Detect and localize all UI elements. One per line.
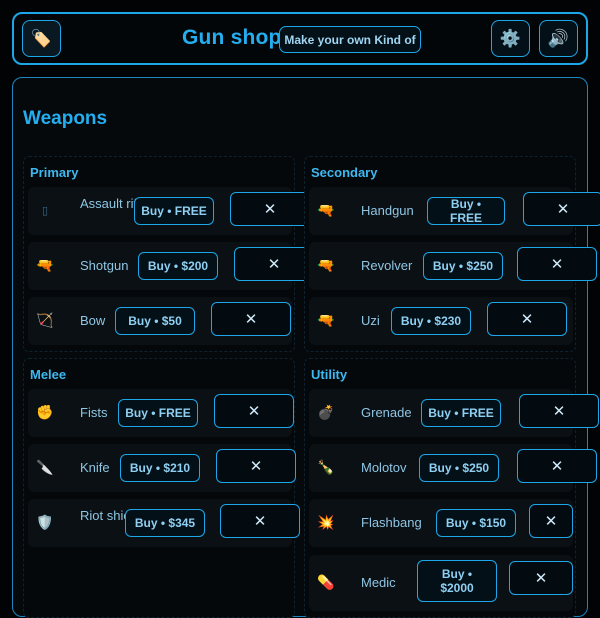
buy-button[interactable]: Buy • FREE [421,399,501,427]
close-icon: ✕ [544,513,558,530]
section-melee: Melee ✊ Fists Buy • FREE ✕ 🔪 Knife Buy •… [23,358,300,618]
close-button[interactable]: ✕ [220,504,300,538]
close-icon: ✕ [244,311,258,328]
close-icon: ✕ [550,256,564,273]
gun-icon: 🔫 [317,256,335,273]
panel-title: Weapons [23,108,108,129]
buy-button[interactable]: Buy • $50 [115,307,195,335]
close-icon: ✕ [556,201,570,218]
pill-icon: 💊 [317,573,335,590]
tag-icon: 🏷️ [30,28,53,48]
item-row-handgun: 🔫 Handgun Buy • FREE ✕ [309,187,600,235]
section-title: Melee [30,367,67,382]
item-name: Fists [80,405,108,420]
page-title: Gun shop [182,26,282,49]
close-button[interactable]: ✕ [214,394,294,428]
knife-icon: 🔪 [36,458,54,475]
item-name: Revolver [361,258,413,273]
close-button[interactable]: ✕ [517,449,597,483]
section-title: Utility [311,367,348,382]
rifle-icon: ▯ [41,204,49,217]
buy-button[interactable]: Buy • $2000 [417,560,497,602]
section-title: Secondary [311,165,378,180]
close-icon: ✕ [552,403,566,420]
make-your-own-button[interactable]: Make your own Kind of [279,26,421,53]
close-button[interactable]: ✕ [523,192,600,226]
sound-button[interactable]: 🔊 [539,20,578,57]
buy-button[interactable]: Buy • $230 [391,307,471,335]
section-utility: Utility 💣 Grenade Buy • FREE ✕ 🍾 Molotov… [304,358,599,618]
item-name: Grenade [361,405,412,420]
item-row-fists: ✊ Fists Buy • FREE ✕ [28,389,294,437]
weapons-panel: Weapons Primary ▯ Assault rifle Buy • FR… [12,77,600,618]
close-button[interactable]: ✕ [487,302,567,336]
close-button[interactable]: ✕ [234,247,314,281]
buy-button[interactable]: Buy • $345 [125,509,205,537]
tag-button[interactable]: 🏷️ [22,20,61,57]
close-icon: ✕ [249,458,263,475]
item-row-grenade: 💣 Grenade Buy • FREE ✕ [309,389,599,437]
close-button[interactable]: ✕ [216,449,296,483]
item-row-knife: 🔪 Knife Buy • $210 ✕ [28,444,296,492]
gun-icon: 🔫 [317,311,335,328]
bomb-icon: 💣 [317,403,335,420]
gun-icon: 🔫 [317,201,335,218]
close-button[interactable]: ✕ [519,394,599,428]
section-primary: Primary ▯ Assault rifle Buy • FREE ✕ 🔫 S… [23,156,314,352]
section-secondary: Secondary 🔫 Handgun Buy • FREE ✕ 🔫 Revol… [304,156,600,352]
buy-button[interactable]: Buy • FREE [118,399,198,427]
item-name: Uzi [361,313,380,328]
close-button[interactable]: ✕ [230,192,310,226]
close-button[interactable]: ✕ [211,302,291,336]
item-row-shotgun: 🔫 Shotgun Buy • $200 ✕ [28,242,314,290]
settings-button[interactable]: ⚙️ [491,20,530,57]
item-name: Flashbang [361,515,422,530]
top-bar: 🏷️ Gun shop Make your own Kind of ⚙️ 🔊 [12,12,588,65]
shield-icon: 🛡️ [36,513,54,530]
close-button[interactable]: ✕ [517,247,597,281]
buy-button[interactable]: Buy • $250 [419,454,499,482]
buy-button[interactable]: Buy • FREE [134,197,214,225]
item-row-medic: 💊 Medic Buy • $2000 ✕ [309,555,573,611]
explosion-icon: 💥 [317,513,335,530]
close-icon: ✕ [247,403,261,420]
buy-button[interactable]: Buy • FREE [427,197,505,225]
item-name: Knife [80,460,110,475]
buy-button[interactable]: Buy • $210 [120,454,200,482]
close-icon: ✕ [263,201,277,218]
buy-button[interactable]: Buy • $200 [138,252,218,280]
item-name: Shotgun [80,258,129,273]
item-name: Handgun [361,203,414,218]
close-icon: ✕ [520,311,534,328]
gear-icon: ⚙️ [499,28,522,48]
molotov-icon: 🍾 [317,458,335,475]
close-button[interactable]: ✕ [529,504,573,538]
item-row-flashbang: 💥 Flashbang Buy • $150 ✕ [309,499,573,547]
item-row-revolver: 🔫 Revolver Buy • $250 ✕ [309,242,597,290]
close-icon: ✕ [267,256,281,273]
item-row-bow: 🏹 Bow Buy • $50 ✕ [28,297,292,345]
fist-icon: ✊ [36,403,54,420]
item-name: Medic [361,575,396,590]
item-row-uzi: 🔫 Uzi Buy • $230 ✕ [309,297,573,345]
buy-button[interactable]: Buy • $150 [436,509,516,537]
item-name: Molotov [361,460,407,475]
item-row-molotov: 🍾 Molotov Buy • $250 ✕ [309,444,597,492]
speaker-icon: 🔊 [547,28,570,48]
section-title: Primary [30,165,79,180]
item-row-assault-rifle: ▯ Assault rifle Buy • FREE ✕ [28,187,310,235]
item-row-riot-shield: 🛡️ Riot shield Buy • $345 ✕ [28,499,300,547]
item-name: Bow [80,313,106,328]
buy-button[interactable]: Buy • $250 [423,252,503,280]
close-icon: ✕ [550,458,564,475]
close-icon: ✕ [253,513,267,530]
bow-icon: 🏹 [36,311,54,328]
gun-icon: 🔫 [36,256,54,273]
close-button[interactable]: ✕ [509,561,573,595]
close-icon: ✕ [534,570,548,587]
